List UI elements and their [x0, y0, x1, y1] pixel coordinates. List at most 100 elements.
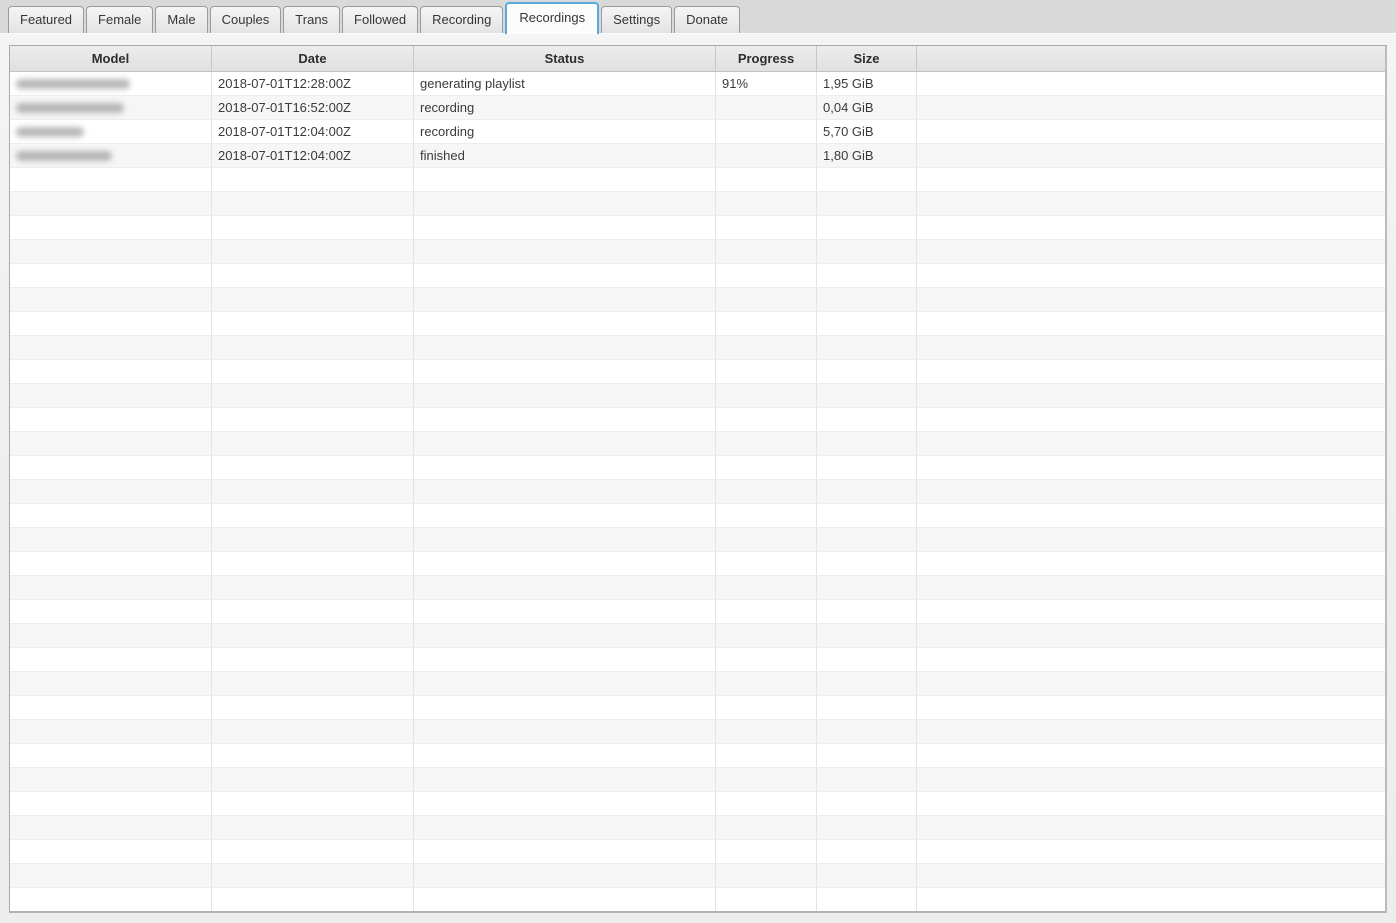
- cell-fill: [917, 840, 1385, 863]
- cell-fill: [917, 360, 1385, 383]
- cell-progress: [716, 456, 817, 479]
- cell-date: [212, 600, 414, 623]
- table-row-empty: [10, 240, 1385, 264]
- cell-progress: [716, 600, 817, 623]
- cell-status: [414, 696, 716, 719]
- table-row-empty: [10, 192, 1385, 216]
- cell-model: [10, 744, 212, 767]
- cell-model: [10, 720, 212, 743]
- cell-model: [10, 240, 212, 263]
- cell-progress: [716, 480, 817, 503]
- cell-date: [212, 552, 414, 575]
- cell-progress: [716, 336, 817, 359]
- cell-fill: [917, 696, 1385, 719]
- tab-male[interactable]: Male: [155, 6, 208, 33]
- recordings-table: Model Date Status Progress Size 2018-07-01T1…: [9, 45, 1387, 913]
- cell-status: [414, 744, 716, 767]
- cell-size: [817, 288, 917, 311]
- cell-size: [817, 192, 917, 215]
- cell-status: [414, 672, 716, 695]
- table-row-empty: [10, 264, 1385, 288]
- cell-size: [817, 624, 917, 647]
- redacted-model-name: [16, 151, 112, 161]
- cell-progress: [716, 576, 817, 599]
- tab-recordings[interactable]: Recordings: [505, 2, 600, 34]
- table-row-empty: [10, 720, 1385, 744]
- redacted-model-name: [16, 127, 84, 137]
- cell-model: [10, 432, 212, 455]
- cell-fill: [917, 168, 1385, 191]
- cell-fill: [917, 888, 1385, 911]
- tab-couples[interactable]: Couples: [209, 6, 282, 33]
- table-row-empty: [10, 312, 1385, 336]
- cell-size: [817, 576, 917, 599]
- cell-size: 5,70 GiB: [817, 120, 917, 143]
- tab-recording[interactable]: Recording: [420, 6, 504, 33]
- cell-date: [212, 192, 414, 215]
- tab-followed[interactable]: Followed: [342, 6, 419, 33]
- tab-trans[interactable]: Trans: [283, 6, 341, 33]
- cell-size: [817, 456, 917, 479]
- cell-fill: [917, 648, 1385, 671]
- cell-model: [10, 120, 212, 143]
- cell-fill: [917, 768, 1385, 791]
- cell-model: [10, 360, 212, 383]
- column-header-date[interactable]: Date: [212, 46, 414, 71]
- tab-settings[interactable]: Settings: [601, 6, 673, 33]
- cell-model: [10, 864, 212, 887]
- cell-status: recording: [414, 96, 716, 119]
- table-row-empty: [10, 888, 1385, 911]
- cell-model: [10, 264, 212, 287]
- table-row[interactable]: 2018-07-01T16:52:00Z recording 0,04 GiB: [10, 96, 1385, 120]
- column-header-progress[interactable]: Progress: [716, 46, 817, 71]
- tab-donate[interactable]: Donate: [674, 6, 741, 33]
- column-header-size[interactable]: Size: [817, 46, 917, 71]
- table-row[interactable]: 2018-07-01T12:04:00Z finished 1,80 GiB: [10, 144, 1385, 168]
- cell-status: [414, 360, 716, 383]
- cell-model: [10, 528, 212, 551]
- table-row[interactable]: 2018-07-01T12:28:00Z generating playlist 9…: [10, 72, 1385, 96]
- cell-size: [817, 696, 917, 719]
- cell-progress: [716, 312, 817, 335]
- cell-fill: [917, 792, 1385, 815]
- cell-status: finished: [414, 144, 716, 167]
- cell-model: [10, 288, 212, 311]
- table-row[interactable]: 2018-07-01T12:04:00Z recording 5,70 GiB: [10, 120, 1385, 144]
- cell-date: [212, 168, 414, 191]
- cell-model: [10, 312, 212, 335]
- cell-progress: [716, 744, 817, 767]
- cell-model: [10, 672, 212, 695]
- tab-bar: Featured Female Male Couples Trans Followed Re…: [0, 0, 1396, 34]
- cell-status: [414, 720, 716, 743]
- cell-date: [212, 648, 414, 671]
- cell-model: [10, 456, 212, 479]
- cell-fill: [917, 144, 1385, 167]
- table-body: 2018-07-01T12:28:00Z generating playlist 9…: [10, 72, 1385, 911]
- cell-fill: [917, 192, 1385, 215]
- cell-status: [414, 264, 716, 287]
- cell-fill: [917, 480, 1385, 503]
- cell-model: [10, 552, 212, 575]
- cell-fill: [917, 600, 1385, 623]
- cell-progress: 91%: [716, 72, 817, 95]
- table-row-empty: [10, 288, 1385, 312]
- cell-progress: [716, 840, 817, 863]
- cell-date: 2018-07-01T12:04:00Z: [212, 144, 414, 167]
- cell-status: [414, 432, 716, 455]
- tab-content-pane: Model Date Status Progress Size 2018-07-01T1…: [0, 34, 1396, 923]
- tab-featured[interactable]: Featured: [8, 6, 85, 33]
- cell-status: [414, 240, 716, 263]
- tab-female[interactable]: Female: [86, 6, 154, 33]
- cell-date: [212, 696, 414, 719]
- cell-progress: [716, 552, 817, 575]
- table-row-empty: [10, 456, 1385, 480]
- cell-status: [414, 648, 716, 671]
- column-header-filler[interactable]: [917, 46, 1385, 71]
- cell-status: generating playlist: [414, 72, 716, 95]
- cell-status: [414, 528, 716, 551]
- column-header-model[interactable]: Model: [10, 46, 212, 71]
- cell-size: [817, 336, 917, 359]
- cell-date: [212, 720, 414, 743]
- column-header-status[interactable]: Status: [414, 46, 716, 71]
- cell-date: [212, 576, 414, 599]
